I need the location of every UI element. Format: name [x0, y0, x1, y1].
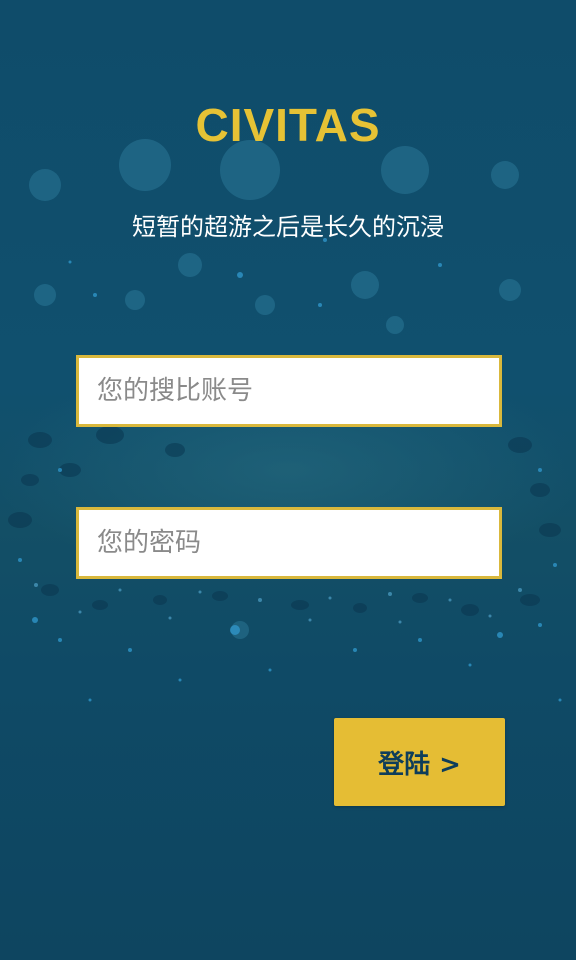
account-field[interactable]: [76, 355, 502, 427]
app-title: CIVITAS: [195, 99, 381, 151]
login-screen: CIVITAS 短暂的超游之后是长久的沉浸 登陆 >: [0, 0, 576, 960]
account-input[interactable]: [79, 358, 499, 424]
password-input[interactable]: [79, 510, 499, 576]
login-button[interactable]: 登陆 >: [334, 718, 505, 806]
password-field[interactable]: [76, 507, 502, 579]
app-tagline: 短暂的超游之后是长久的沉浸: [132, 213, 444, 241]
